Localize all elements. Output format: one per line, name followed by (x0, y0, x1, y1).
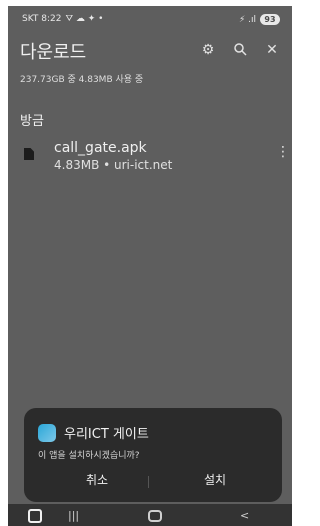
app-icon (38, 424, 56, 442)
storage-info: 237.73GB 중 4.83MB 사용 중 (20, 75, 144, 85)
back-button[interactable]: < (240, 509, 249, 522)
gear-icon[interactable]: ⚙ (200, 42, 216, 58)
file-list-item[interactable]: call_gate.apk 4.83MB • uri-ict.net ⋮ (8, 138, 292, 178)
phone-screen: SKT 8:22 ⛛ ☁ ✦ • ⚡ .ıl 93 다운로드 ⚙ ✕ 237.7… (8, 6, 292, 526)
recent-apps-button[interactable]: ||| (68, 509, 79, 522)
file-name: call_gate.apk (54, 140, 147, 156)
search-icon[interactable] (232, 42, 248, 58)
install-button[interactable]: 설치 (170, 470, 260, 490)
section-title: 방금 (20, 114, 44, 129)
file-meta: 4.83MB • uri-ict.net (54, 158, 173, 172)
status-bar: SKT 8:22 ⛛ ☁ ✦ • ⚡ .ıl 93 (8, 6, 292, 32)
more-options-icon[interactable]: ⋮ (276, 144, 290, 160)
close-icon[interactable]: ✕ (264, 42, 280, 58)
carrier-time: SKT 8:22 (22, 14, 62, 24)
app-header: 다운로드 ⚙ ✕ (20, 34, 292, 66)
dialog-question: 이 앱을 설치하시겠습니까? (38, 451, 140, 461)
battery-indicator: 93 (260, 14, 280, 25)
file-icon (24, 148, 34, 160)
navigation-bar: ||| < (8, 504, 292, 526)
home-button[interactable] (148, 510, 162, 522)
install-dialog: 우리ICT 게이트 이 앱을 설치하시겠습니까? 취소 설치 (24, 408, 282, 502)
dialog-app-name: 우리ICT 게이트 (64, 427, 149, 442)
signal-icons: ⚡ .ıl (238, 14, 256, 25)
assist-icon[interactable] (28, 509, 42, 523)
page-title: 다운로드 (20, 42, 87, 63)
button-divider (148, 476, 149, 488)
cancel-button[interactable]: 취소 (52, 470, 142, 490)
notification-icons: ⛛ ☁ ✦ • (65, 14, 104, 24)
